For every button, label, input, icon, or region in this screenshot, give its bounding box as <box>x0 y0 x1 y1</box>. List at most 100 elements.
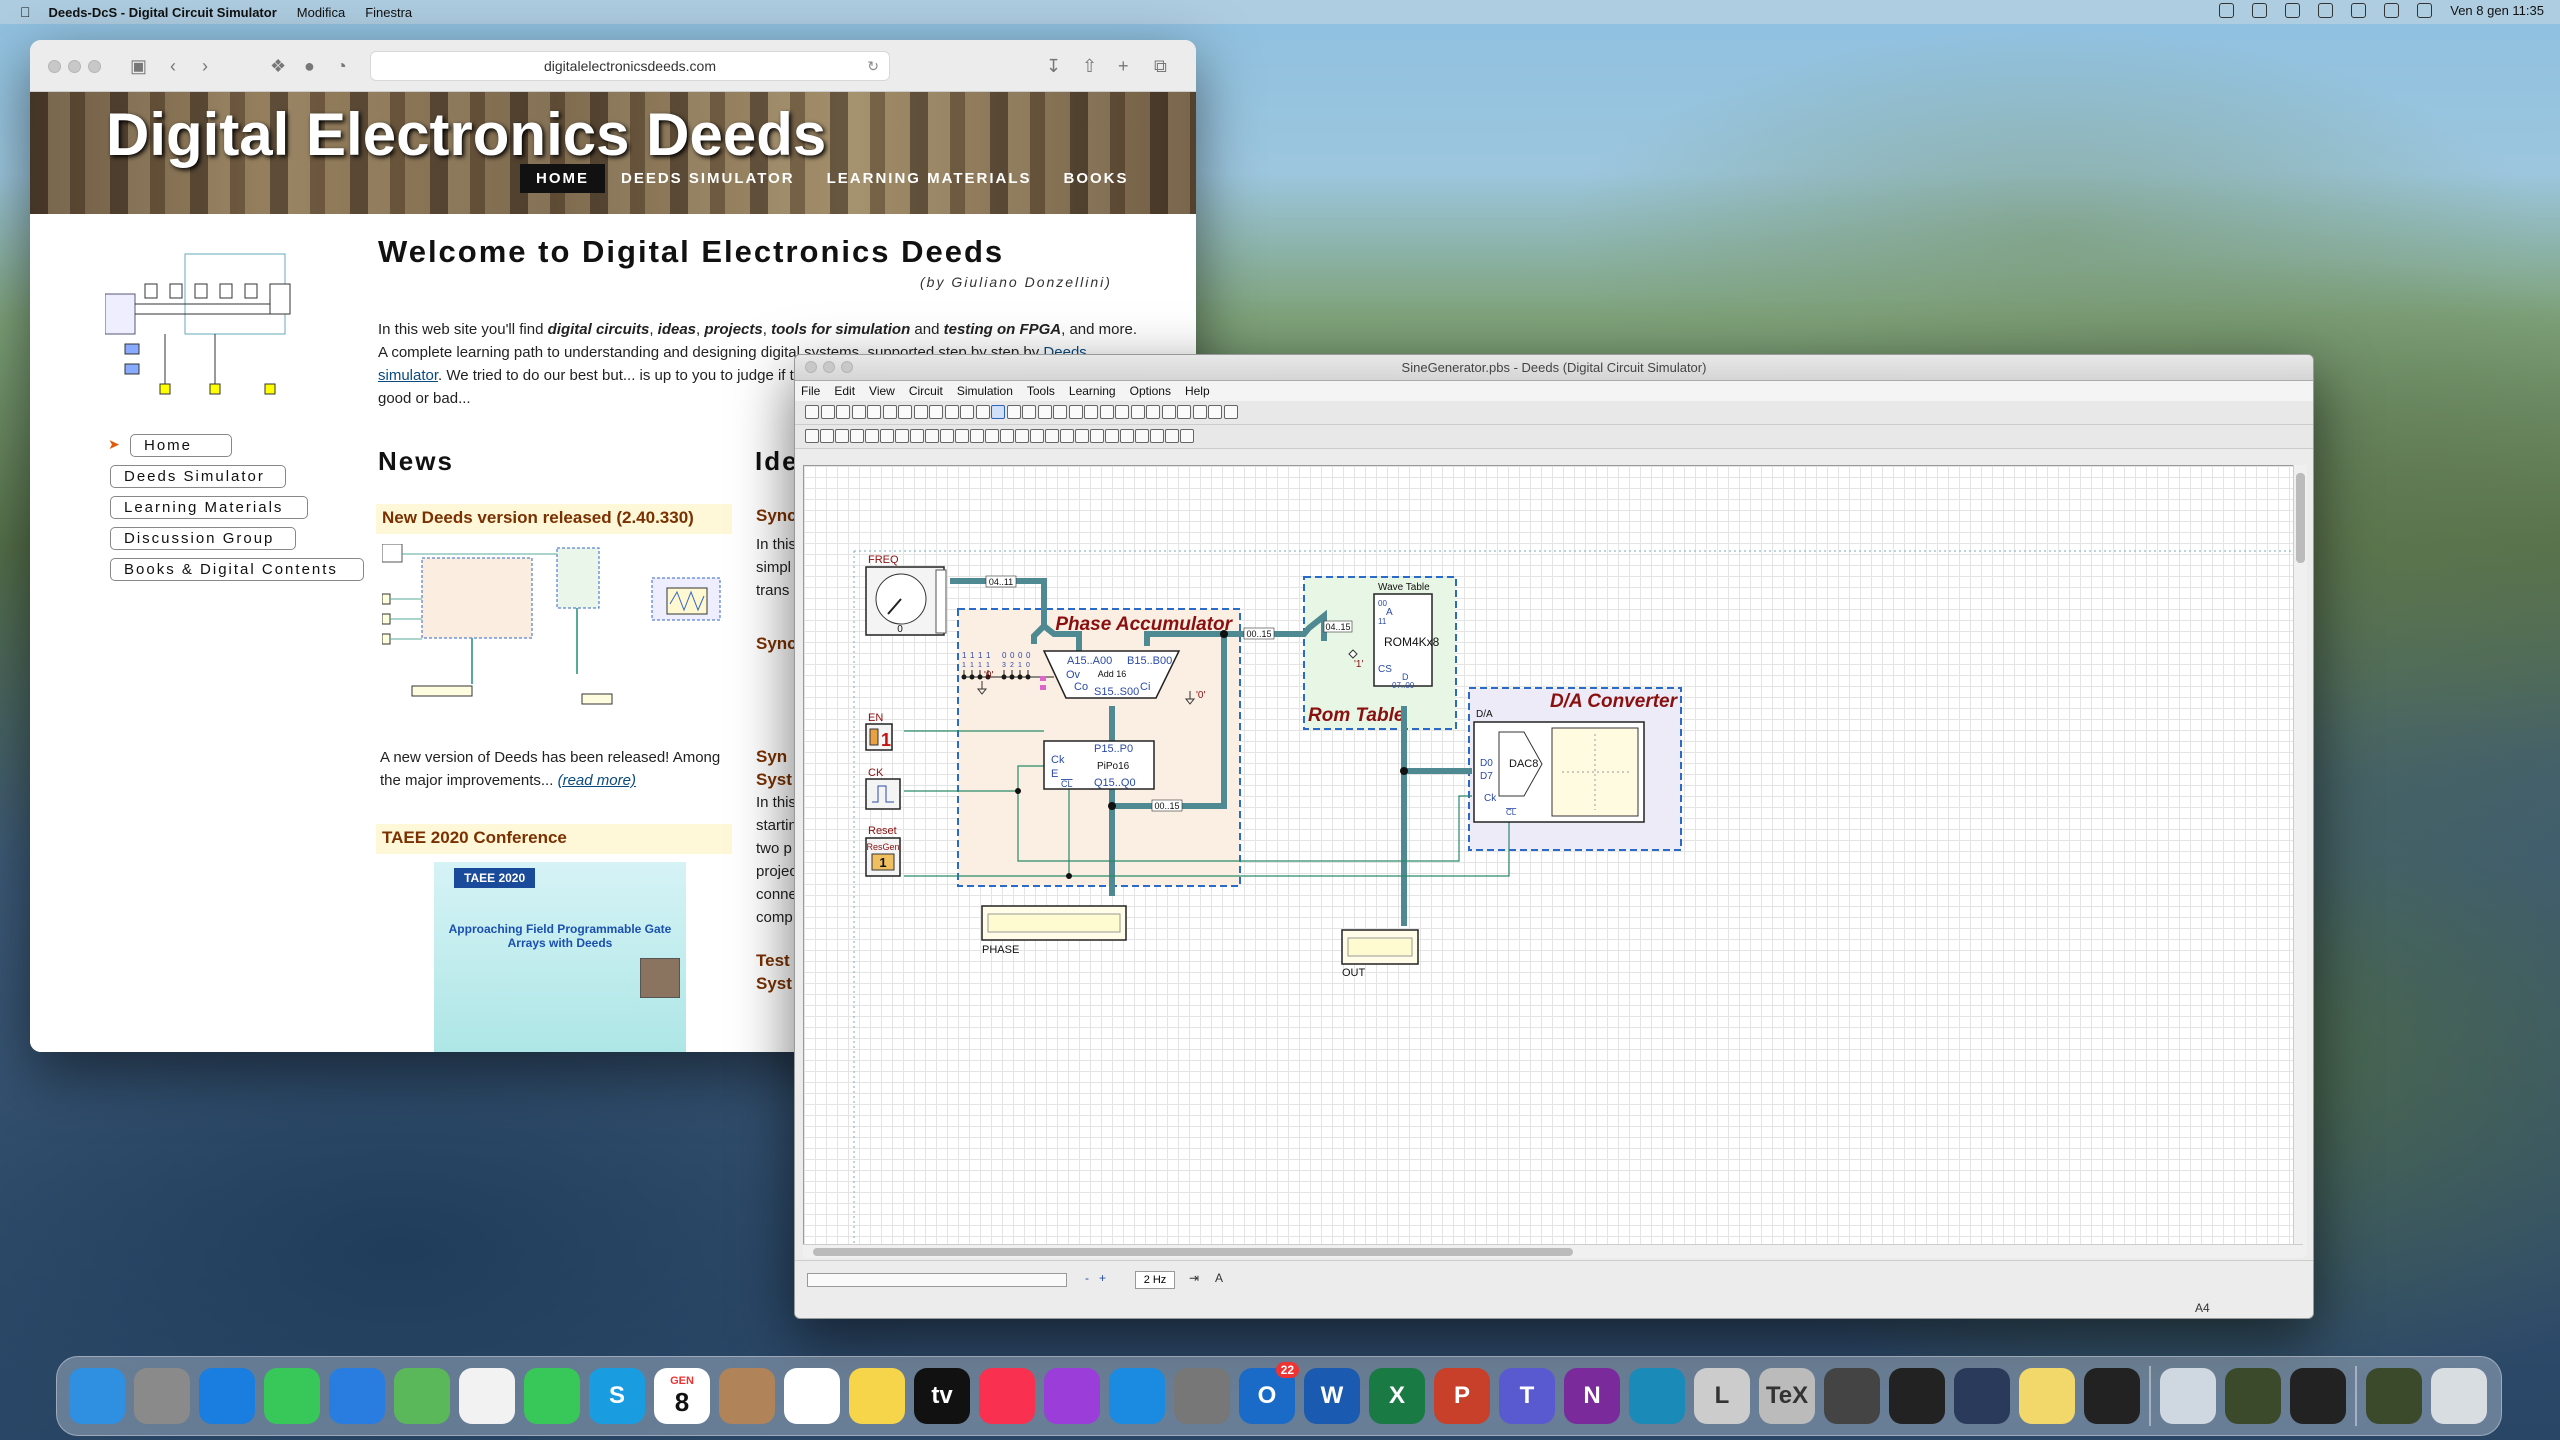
cloud-icon[interactable] <box>2252 3 2268 18</box>
toolbar-button-icon[interactable] <box>955 429 969 443</box>
toolbar-button-icon[interactable] <box>820 429 834 443</box>
scroll-thumb[interactable] <box>2296 473 2305 563</box>
dock-podcasts-icon[interactable] <box>1044 1368 1100 1424</box>
read-more-link[interactable]: (read more) <box>558 772 636 789</box>
step-icon[interactable]: ⇥ <box>1189 1271 1199 1285</box>
toolbar-button-icon[interactable] <box>944 405 959 419</box>
vertical-scrollbar[interactable] <box>2293 465 2307 1255</box>
back-icon[interactable]: ‹ <box>170 56 176 77</box>
toolbar-button-icon[interactable] <box>1177 405 1191 419</box>
menu-finestra[interactable]: Finestra <box>365 5 412 20</box>
dock-onenote-icon[interactable]: N <box>1564 1368 1620 1424</box>
toolbar-button-icon[interactable] <box>1135 429 1149 443</box>
minimize-button[interactable] <box>823 361 835 373</box>
dock-messages-icon[interactable] <box>264 1368 320 1424</box>
nav-home[interactable]: HOME <box>520 164 605 193</box>
idea-title[interactable]: Syst <box>756 768 797 791</box>
dock-deeds-fsm-icon[interactable] <box>2290 1368 2346 1424</box>
dock-unknown-icon[interactable] <box>2084 1368 2140 1424</box>
dock-word-icon[interactable]: W <box>1304 1368 1360 1424</box>
menu-view[interactable]: View <box>869 384 895 398</box>
dock-calculator-icon[interactable] <box>1824 1368 1880 1424</box>
status-icon[interactable] <box>2219 3 2235 18</box>
dock-deeds-dcs-icon[interactable] <box>2225 1368 2281 1424</box>
side-item-books[interactable]: Books & Digital Contents <box>110 558 364 581</box>
toolbar-button-icon[interactable] <box>1115 405 1129 419</box>
toolbar-button-icon[interactable] <box>820 405 835 419</box>
toolbar-button-icon[interactable] <box>851 405 866 419</box>
toolbar-button-icon[interactable] <box>940 429 954 443</box>
toolbar-button-icon[interactable] <box>975 405 990 419</box>
dock-teams-icon[interactable]: T <box>1499 1368 1555 1424</box>
privacy-icon[interactable]: ● <box>304 56 315 77</box>
zoom-button[interactable] <box>841 361 853 373</box>
schematic-canvas[interactable]: Phase Accumulator Rom Table D/A Converte… <box>803 465 2303 1250</box>
dock-tex-icon[interactable]: TeX <box>1759 1368 1815 1424</box>
news-item-title[interactable]: New Deeds version released (2.40.330) <box>376 504 732 534</box>
toolbar-button-icon[interactable] <box>910 429 924 443</box>
toolbar-button-icon[interactable] <box>1015 429 1029 443</box>
search-icon[interactable] <box>2384 3 2400 18</box>
toolbar-button-icon[interactable] <box>867 405 881 419</box>
toolbar-button-icon[interactable] <box>1090 429 1104 443</box>
menu-help[interactable]: Help <box>1185 384 1210 398</box>
toolbar-button-icon[interactable] <box>1030 429 1044 443</box>
dock-outlook-icon[interactable]: O 22 <box>1239 1362 1299 1424</box>
news-item-title[interactable]: TAEE 2020 Conference <box>376 824 732 854</box>
dock-terminal-icon[interactable] <box>1889 1368 1945 1424</box>
circuit-thumbnail[interactable] <box>105 244 305 414</box>
speed-slider[interactable] <box>807 1273 1067 1287</box>
toolbar-button-icon[interactable] <box>1180 429 1194 443</box>
toolbar-button-icon[interactable] <box>1208 405 1222 419</box>
menu-circuit[interactable]: Circuit <box>909 384 943 398</box>
toolbar-button-icon[interactable] <box>805 429 819 443</box>
idea-title[interactable]: Syn <box>756 745 797 768</box>
menu-edit[interactable]: Edit <box>834 384 855 398</box>
apple-menu-icon[interactable]:  <box>20 4 31 20</box>
app-menu[interactable]: Deeds-DcS - Digital Circuit Simulator <box>49 5 277 20</box>
taee-poster[interactable]: TAEE 2020 Approaching Field Programmable… <box>434 862 686 1052</box>
toolbar-button-icon[interactable] <box>1037 405 1052 419</box>
dock-deeds-dcs-2-icon[interactable] <box>2366 1368 2422 1424</box>
toolbar-button-icon[interactable] <box>970 429 984 443</box>
toolbar-button-icon[interactable] <box>929 405 943 419</box>
toolbar-button-icon[interactable] <box>1161 405 1176 419</box>
dock-reminders-icon[interactable] <box>784 1368 840 1424</box>
dock-deeds-icon[interactable] <box>1954 1368 2010 1424</box>
dock-notes-icon[interactable] <box>849 1368 905 1424</box>
side-item-deeds-simulator[interactable]: Deeds Simulator <box>110 465 286 488</box>
clock[interactable]: Ven 8 gen 11:35 <box>2450 3 2544 18</box>
dock-app-store-icon[interactable] <box>1109 1368 1165 1424</box>
nav-deeds-simulator[interactable]: DEEDS SIMULATOR <box>605 164 811 193</box>
site-title[interactable]: Digital Electronics Deeds <box>106 100 826 169</box>
menu-options[interactable]: Options <box>1130 384 1171 398</box>
toolbar-button-icon[interactable] <box>1120 429 1134 443</box>
menu-learning[interactable]: Learning <box>1069 384 1116 398</box>
side-item-learning-materials[interactable]: Learning Materials <box>110 496 308 519</box>
scroll-thumb[interactable] <box>813 1248 1573 1256</box>
dock-preview-icon[interactable] <box>2160 1368 2216 1424</box>
toolbar-button-icon[interactable] <box>1022 405 1036 419</box>
dock-powerpoint-icon[interactable]: P <box>1434 1368 1490 1424</box>
dock-edge-icon[interactable] <box>1629 1368 1685 1424</box>
dock-skype-icon[interactable]: S <box>589 1368 645 1424</box>
dock-latexit-icon[interactable]: L <box>1694 1368 1750 1424</box>
download-icon[interactable]: ↧ <box>1046 56 1061 77</box>
control-center-icon[interactable] <box>2417 3 2433 18</box>
toolbar-button-icon[interactable] <box>895 429 909 443</box>
dock-facetime-icon[interactable] <box>524 1368 580 1424</box>
side-item-discussion-group[interactable]: Discussion Group <box>110 527 296 550</box>
dock-photos-icon[interactable] <box>459 1368 515 1424</box>
text-tool-icon[interactable]: A <box>1215 1271 1223 1285</box>
toolbar-button-icon[interactable] <box>865 429 879 443</box>
toolbar-button-icon[interactable] <box>1130 405 1145 419</box>
menu-modifica[interactable]: Modifica <box>297 5 345 20</box>
toolbar-button-icon[interactable] <box>1068 405 1083 419</box>
toolbar-button-icon[interactable] <box>1192 405 1207 419</box>
forward-icon[interactable]: › <box>202 56 208 77</box>
toolbar-button-icon[interactable] <box>1150 429 1164 443</box>
side-item-home[interactable]: Home <box>130 434 232 457</box>
toolbar-button-icon[interactable] <box>1084 405 1098 419</box>
dock-contacts-icon[interactable] <box>719 1368 775 1424</box>
toolbar-button-icon[interactable] <box>836 405 850 419</box>
